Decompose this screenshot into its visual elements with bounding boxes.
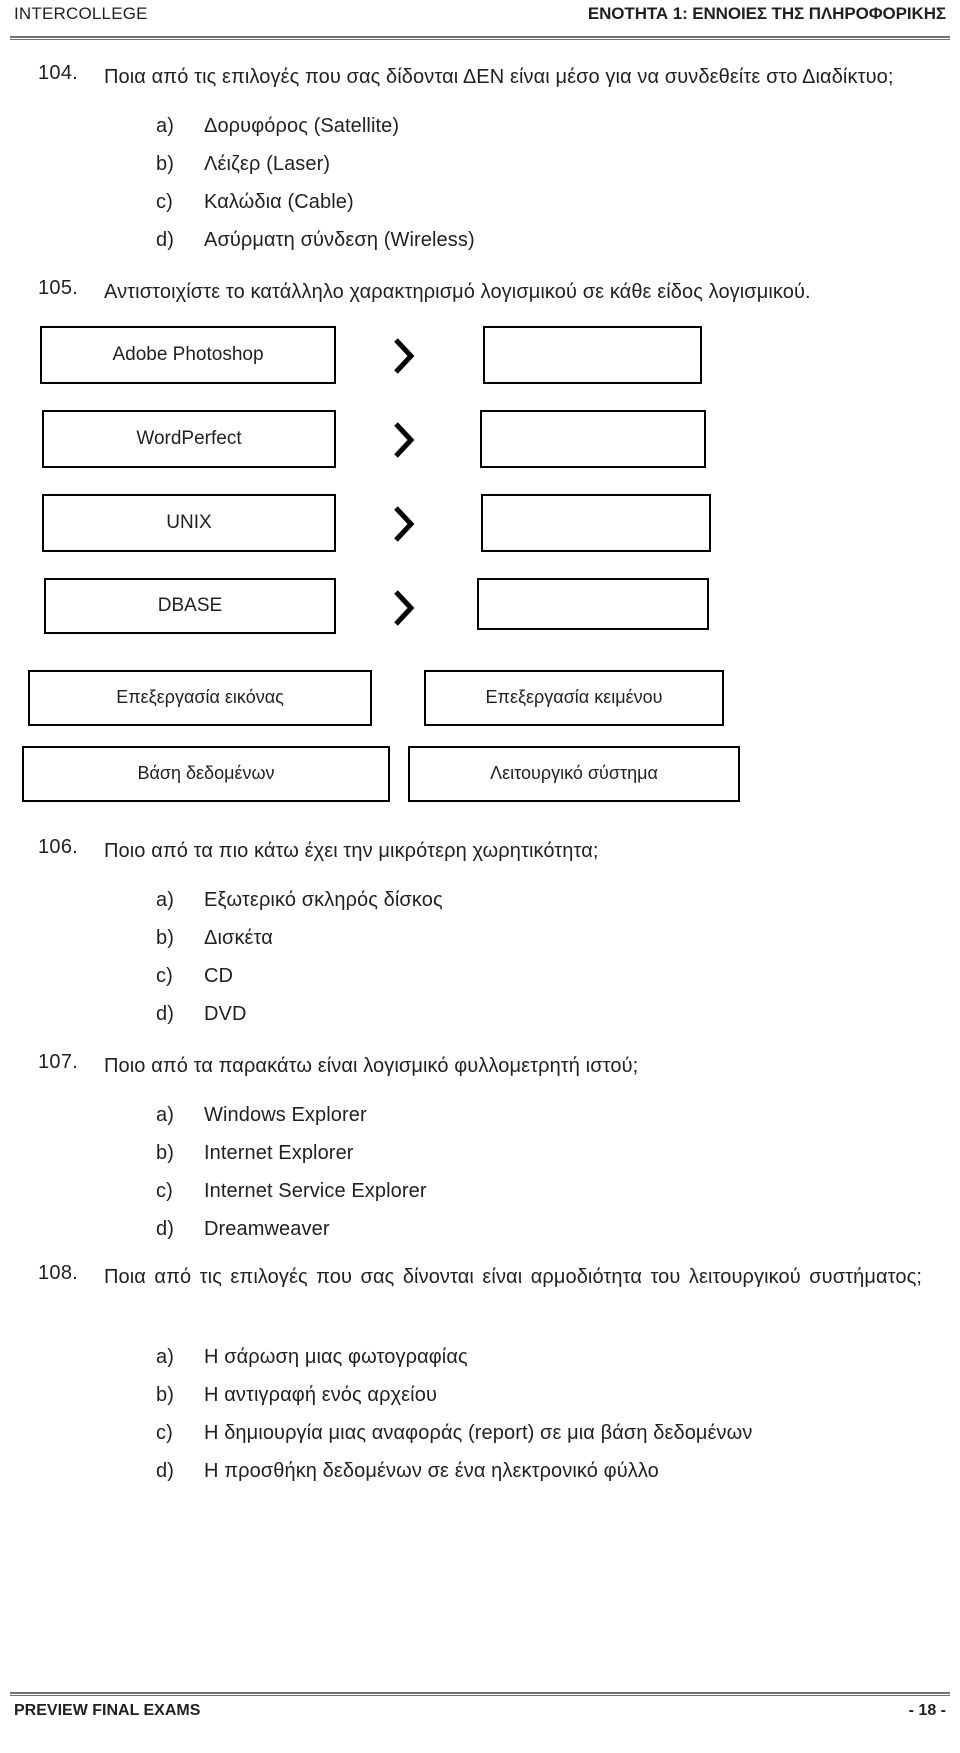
page-number: - 18 - (908, 1702, 946, 1719)
question-106: 106. Ποιο από τα πιο κάτω έχει την μικρό… (0, 836, 960, 1033)
option-letter: b) (156, 1384, 174, 1406)
chevron-right-icon (386, 502, 420, 546)
option-label: Λέιζερ (Laser) (204, 153, 331, 175)
matching-exercise: Adobe Photoshop WordPerfect UNIX DBASE Ε… (0, 326, 960, 826)
answer-bank-row: Επεξεργασία εικόνας Επεξεργασία κειμένου (0, 670, 960, 746)
match-answer-box[interactable] (480, 410, 706, 468)
answer-bank-option[interactable]: Επεξεργασία εικόνας (28, 670, 372, 726)
option-d[interactable]: d) DVD (104, 995, 922, 1033)
question-108: 108. Ποια από τις επιλογές που σας δίνον… (0, 1262, 960, 1490)
footer-divider (10, 1692, 950, 1696)
question-108-text: Ποια από τις επιλογές που σας δίνονται ε… (104, 1266, 922, 1288)
option-label: Dreamweaver (204, 1218, 330, 1240)
option-b[interactable]: b) Δισκέτα (104, 919, 922, 957)
option-letter: c) (156, 1422, 173, 1444)
option-c[interactable]: c) Καλώδια (Cable) (104, 183, 922, 221)
option-letter: a) (156, 1104, 174, 1126)
option-letter: c) (156, 1180, 173, 1202)
match-row: Adobe Photoshop (0, 326, 960, 410)
answer-bank-row: Βάση δεδομένων Λειτουργικό σύστημα (0, 746, 960, 822)
option-letter: d) (156, 1218, 174, 1240)
header-divider (10, 36, 950, 40)
match-source-box[interactable]: Adobe Photoshop (40, 326, 336, 384)
option-label: Η σάρωση μιας φωτογραφίας (204, 1346, 468, 1368)
option-label: Windows Explorer (204, 1104, 367, 1126)
option-letter: c) (156, 191, 173, 213)
answer-bank-option[interactable]: Βάση δεδομένων (22, 746, 390, 802)
question-104: 104. Ποια από τις επιλογές που σας δίδον… (0, 62, 960, 259)
option-d[interactable]: d) Dreamweaver (104, 1210, 922, 1248)
option-label: Η δημιουργία μιας αναφοράς (report) σε μ… (204, 1422, 753, 1444)
option-a[interactable]: a) Δορυφόρος (Satellite) (104, 107, 922, 145)
question-108-options: a) Η σάρωση μιας φωτογραφίας b) Η αντιγρ… (104, 1338, 922, 1490)
question-106-options: a) Εξωτερικό σκληρός δίσκος b) Δισκέτα c… (104, 881, 922, 1033)
question-104-text: Ποια από τις επιλογές που σας δίδονται Δ… (104, 66, 894, 88)
question-107-number: 107. (38, 1051, 79, 1073)
question-105: 105. Αντιστοιχίστε το κατάλληλο χαρακτηρ… (0, 277, 960, 308)
option-label: Η αντιγραφή ενός αρχείου (204, 1384, 437, 1406)
match-answer-box[interactable] (481, 494, 711, 552)
option-letter: b) (156, 1142, 174, 1164)
match-source-box[interactable]: DBASE (44, 578, 336, 634)
option-letter: a) (156, 889, 174, 911)
page-footer: PREVIEW FINAL EXAMS - 18 - (0, 1702, 960, 1720)
option-c[interactable]: c) CD (104, 957, 922, 995)
match-source-box[interactable]: WordPerfect (42, 410, 336, 468)
option-b[interactable]: b) Λέιζερ (Laser) (104, 145, 922, 183)
question-106-text: Ποιο από τα πιο κάτω έχει την μικρότερη … (104, 840, 599, 862)
question-104-options: a) Δορυφόρος (Satellite) b) Λέιζερ (Lase… (104, 107, 922, 259)
option-a[interactable]: a) Η σάρωση μιας φωτογραφίας (104, 1338, 922, 1376)
option-label: Internet Explorer (204, 1142, 354, 1164)
option-a[interactable]: a) Windows Explorer (104, 1096, 922, 1134)
option-letter: a) (156, 115, 174, 137)
match-answer-box[interactable] (483, 326, 702, 384)
match-row: WordPerfect (0, 410, 960, 494)
option-letter: b) (156, 153, 174, 175)
option-label: Δορυφόρος (Satellite) (204, 115, 400, 137)
option-letter: c) (156, 965, 173, 987)
question-107-text: Ποιο από τα παρακάτω είναι λογισμικό φυλ… (104, 1055, 639, 1077)
answer-bank-option[interactable]: Επεξεργασία κειμένου (424, 670, 724, 726)
option-letter: b) (156, 927, 174, 949)
match-source-box[interactable]: UNIX (42, 494, 336, 552)
page-content: 104. Ποια από τις επιλογές που σας δίδον… (0, 62, 960, 1494)
option-a[interactable]: a) Εξωτερικό σκληρός δίσκος (104, 881, 922, 919)
answer-bank-option[interactable]: Λειτουργικό σύστημα (408, 746, 740, 802)
question-105-text: Αντιστοιχίστε το κατάλληλο χαρακτηρισμό … (104, 281, 811, 303)
option-label: Εξωτερικό σκληρός δίσκος (204, 889, 443, 911)
chevron-right-icon (386, 334, 420, 378)
option-label: Ασύρματη σύνδεση (Wireless) (204, 229, 475, 251)
question-105-number: 105. (38, 277, 79, 299)
option-label: DVD (204, 1003, 247, 1025)
footer-title: PREVIEW FINAL EXAMS (14, 1702, 201, 1719)
header-unit-title: ΕΝΟΤΗΤΑ 1: ΕΝΝΟΙΕΣ ΤΗΣ ΠΛΗΡΟΦΟΡΙΚΗΣ (587, 4, 946, 23)
match-row: UNIX (0, 494, 960, 578)
chevron-right-icon (386, 418, 420, 462)
header-institution: INTERCOLLEGE (14, 4, 148, 23)
question-107: 107. Ποιο από τα παρακάτω είναι λογισμικ… (0, 1051, 960, 1248)
question-104-number: 104. (38, 62, 79, 84)
option-label: Δισκέτα (204, 927, 273, 949)
question-108-number: 108. (38, 1262, 79, 1284)
exam-page: INTERCOLLEGE ΕΝΟΤΗΤΑ 1: ΕΝΝΟΙΕΣ ΤΗΣ ΠΛΗΡ… (0, 0, 960, 1753)
match-row: DBASE (0, 578, 960, 656)
option-letter: d) (156, 1003, 174, 1025)
option-letter: d) (156, 1460, 174, 1482)
option-b[interactable]: b) Internet Explorer (104, 1134, 922, 1172)
option-b[interactable]: b) Η αντιγραφή ενός αρχείου (104, 1376, 922, 1414)
chevron-right-icon (386, 586, 420, 630)
option-d[interactable]: d) Η προσθήκη δεδομένων σε ένα ηλεκτρονι… (104, 1452, 922, 1490)
question-107-options: a) Windows Explorer b) Internet Explorer… (104, 1096, 922, 1248)
option-d[interactable]: d) Ασύρματη σύνδεση (Wireless) (104, 221, 922, 259)
option-label: Καλώδια (Cable) (204, 191, 354, 213)
option-c[interactable]: c) Internet Service Explorer (104, 1172, 922, 1210)
option-letter: d) (156, 229, 174, 251)
option-label: CD (204, 965, 234, 987)
option-label: Internet Service Explorer (204, 1180, 427, 1202)
option-label: Η προσθήκη δεδομένων σε ένα ηλεκτρονικό … (204, 1460, 659, 1482)
option-letter: a) (156, 1346, 174, 1368)
match-answer-box[interactable] (477, 578, 709, 630)
option-c[interactable]: c) Η δημιουργία μιας αναφοράς (report) σ… (104, 1414, 922, 1452)
question-106-number: 106. (38, 836, 79, 858)
